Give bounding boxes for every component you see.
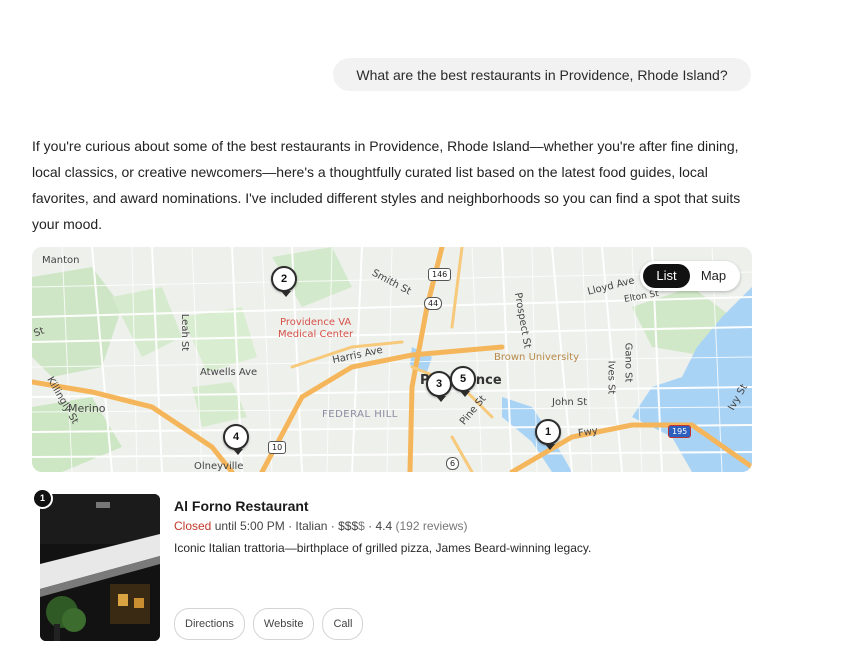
map-label-atwells-ave: Atwells Ave: [200, 367, 258, 378]
restaurant-meta: Closed until 5:00 PM · Italian · $$$$ · …: [174, 519, 468, 533]
restaurant-name[interactable]: Al Forno Restaurant: [174, 498, 309, 514]
user-message-bubble: What are the best restaurants in Provide…: [333, 58, 751, 91]
route-10-shield: 10: [268, 441, 287, 454]
interstate-195-shield: 195: [668, 425, 692, 438]
restaurant-map[interactable]: Manton Smith St Lloyd Ave Elton St Provi…: [32, 247, 752, 472]
open-status: Closed: [174, 519, 212, 533]
map-label-brown-university: Brown University: [494, 352, 580, 363]
map-label-ives-st: Ives St: [605, 360, 617, 395]
map-label-medical-center: Medical Center: [278, 329, 354, 340]
restaurant-photo-image: [40, 494, 160, 641]
list-view-button[interactable]: List: [643, 264, 690, 288]
map-label-john-st: John St: [552, 397, 588, 408]
restaurant-photo[interactable]: [40, 494, 160, 641]
route-6-shield: 6: [446, 457, 460, 470]
route-146-shield: 146: [428, 268, 452, 281]
assistant-intro-text: If you're curious about some of the best…: [32, 138, 741, 232]
map-pin-2[interactable]: 2: [271, 266, 297, 297]
directions-button[interactable]: Directions: [174, 608, 245, 640]
result-number-badge: 1: [32, 488, 53, 509]
map-label-olneyville: Olneyville: [194, 461, 244, 472]
review-count: (192 reviews): [392, 519, 468, 533]
map-view-button[interactable]: Map: [690, 264, 737, 288]
price-level: $$$: [338, 519, 359, 533]
rating: · 4.4: [364, 519, 393, 533]
website-button[interactable]: Website: [252, 608, 315, 640]
map-pin-1[interactable]: 1: [535, 419, 561, 450]
hours-and-cuisine: until 5:00 PM · Italian ·: [211, 519, 339, 533]
card-actions: Directions Website Call: [174, 608, 364, 640]
restaurant-card[interactable]: 1 Al Forno Restaurant Closed until 5:00 …: [32, 488, 752, 648]
map-label-manton: Manton: [42, 255, 80, 266]
view-toggle: List Map: [640, 261, 740, 291]
map-label-federal-hill: FEDERAL HILL: [322, 409, 398, 420]
map-label-gano-st: Gano St: [622, 342, 634, 383]
map-pin-4[interactable]: 4: [223, 424, 249, 455]
map-pin-3[interactable]: 3: [426, 371, 452, 402]
user-message-text: What are the best restaurants in Provide…: [356, 66, 728, 83]
price-level-muted: $: [358, 519, 365, 533]
map-label-providence-va: Providence VA: [280, 317, 352, 328]
restaurant-description: Iconic Italian trattoria—birthplace of g…: [174, 541, 592, 555]
call-button[interactable]: Call: [322, 608, 364, 640]
route-44-shield: 44: [424, 297, 443, 310]
map-pin-5[interactable]: 5: [450, 366, 476, 397]
map-label-leah-st: Leah St: [179, 313, 191, 352]
